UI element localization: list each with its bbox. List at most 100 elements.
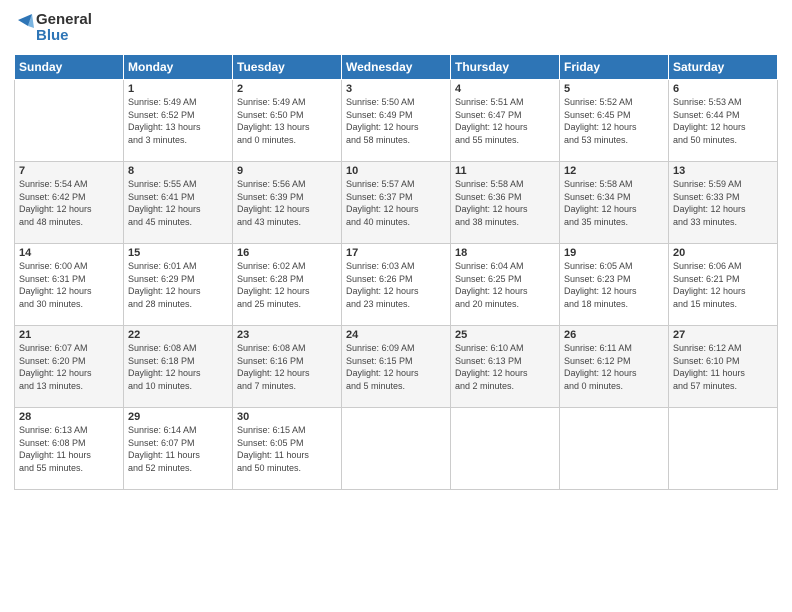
col-header-wednesday: Wednesday — [342, 55, 451, 80]
day-number: 6 — [673, 83, 773, 95]
calendar-cell: 19Sunrise: 6:05 AMSunset: 6:23 PMDayligh… — [560, 244, 669, 326]
day-info: Sunrise: 6:14 AMSunset: 6:07 PMDaylight:… — [128, 424, 228, 474]
day-number: 28 — [19, 411, 119, 423]
day-info: Sunrise: 5:55 AMSunset: 6:41 PMDaylight:… — [128, 178, 228, 228]
logo: General Blue — [14, 10, 92, 46]
day-info: Sunrise: 6:10 AMSunset: 6:13 PMDaylight:… — [455, 342, 555, 392]
day-number: 20 — [673, 247, 773, 259]
calendar-cell: 11Sunrise: 5:58 AMSunset: 6:36 PMDayligh… — [451, 162, 560, 244]
day-info: Sunrise: 6:03 AMSunset: 6:26 PMDaylight:… — [346, 260, 446, 310]
day-number: 13 — [673, 165, 773, 177]
calendar-table: SundayMondayTuesdayWednesdayThursdayFrid… — [14, 54, 778, 490]
calendar-cell: 6Sunrise: 5:53 AMSunset: 6:44 PMDaylight… — [669, 80, 778, 162]
day-number: 27 — [673, 329, 773, 341]
page: General Blue SundayMondayTuesdayWednesda… — [0, 0, 792, 612]
day-number: 26 — [564, 329, 664, 341]
col-header-thursday: Thursday — [451, 55, 560, 80]
calendar-cell: 20Sunrise: 6:06 AMSunset: 6:21 PMDayligh… — [669, 244, 778, 326]
calendar-cell: 24Sunrise: 6:09 AMSunset: 6:15 PMDayligh… — [342, 326, 451, 408]
calendar-cell: 17Sunrise: 6:03 AMSunset: 6:26 PMDayligh… — [342, 244, 451, 326]
day-number: 24 — [346, 329, 446, 341]
calendar-cell — [15, 80, 124, 162]
calendar-cell — [560, 408, 669, 490]
day-info: Sunrise: 6:08 AMSunset: 6:16 PMDaylight:… — [237, 342, 337, 392]
day-info: Sunrise: 5:57 AMSunset: 6:37 PMDaylight:… — [346, 178, 446, 228]
calendar-cell: 22Sunrise: 6:08 AMSunset: 6:18 PMDayligh… — [124, 326, 233, 408]
calendar-cell: 10Sunrise: 5:57 AMSunset: 6:37 PMDayligh… — [342, 162, 451, 244]
calendar-cell: 30Sunrise: 6:15 AMSunset: 6:05 PMDayligh… — [233, 408, 342, 490]
col-header-tuesday: Tuesday — [233, 55, 342, 80]
day-number: 2 — [237, 83, 337, 95]
logo-line2: Blue — [36, 28, 92, 45]
day-info: Sunrise: 5:54 AMSunset: 6:42 PMDaylight:… — [19, 178, 119, 228]
day-info: Sunrise: 6:11 AMSunset: 6:12 PMDaylight:… — [564, 342, 664, 392]
day-number: 25 — [455, 329, 555, 341]
day-info: Sunrise: 6:00 AMSunset: 6:31 PMDaylight:… — [19, 260, 119, 310]
day-number: 29 — [128, 411, 228, 423]
calendar-cell: 23Sunrise: 6:08 AMSunset: 6:16 PMDayligh… — [233, 326, 342, 408]
calendar-cell: 9Sunrise: 5:56 AMSunset: 6:39 PMDaylight… — [233, 162, 342, 244]
calendar-cell: 15Sunrise: 6:01 AMSunset: 6:29 PMDayligh… — [124, 244, 233, 326]
calendar-cell: 2Sunrise: 5:49 AMSunset: 6:50 PMDaylight… — [233, 80, 342, 162]
calendar-cell: 26Sunrise: 6:11 AMSunset: 6:12 PMDayligh… — [560, 326, 669, 408]
week-row-3: 14Sunrise: 6:00 AMSunset: 6:31 PMDayligh… — [15, 244, 778, 326]
header: General Blue — [14, 10, 778, 46]
logo-bird-icon — [14, 10, 34, 46]
calendar-cell — [342, 408, 451, 490]
header-row: SundayMondayTuesdayWednesdayThursdayFrid… — [15, 55, 778, 80]
week-row-2: 7Sunrise: 5:54 AMSunset: 6:42 PMDaylight… — [15, 162, 778, 244]
calendar-cell: 7Sunrise: 5:54 AMSunset: 6:42 PMDaylight… — [15, 162, 124, 244]
day-number: 15 — [128, 247, 228, 259]
week-row-5: 28Sunrise: 6:13 AMSunset: 6:08 PMDayligh… — [15, 408, 778, 490]
day-info: Sunrise: 6:04 AMSunset: 6:25 PMDaylight:… — [455, 260, 555, 310]
day-number: 9 — [237, 165, 337, 177]
day-info: Sunrise: 6:07 AMSunset: 6:20 PMDaylight:… — [19, 342, 119, 392]
day-info: Sunrise: 6:13 AMSunset: 6:08 PMDaylight:… — [19, 424, 119, 474]
day-number: 22 — [128, 329, 228, 341]
day-info: Sunrise: 5:51 AMSunset: 6:47 PMDaylight:… — [455, 96, 555, 146]
calendar-cell: 3Sunrise: 5:50 AMSunset: 6:49 PMDaylight… — [342, 80, 451, 162]
logo-container: General Blue — [14, 10, 92, 46]
day-number: 18 — [455, 247, 555, 259]
day-number: 12 — [564, 165, 664, 177]
calendar-cell: 29Sunrise: 6:14 AMSunset: 6:07 PMDayligh… — [124, 408, 233, 490]
calendar-cell: 8Sunrise: 5:55 AMSunset: 6:41 PMDaylight… — [124, 162, 233, 244]
calendar-cell: 21Sunrise: 6:07 AMSunset: 6:20 PMDayligh… — [15, 326, 124, 408]
day-info: Sunrise: 5:52 AMSunset: 6:45 PMDaylight:… — [564, 96, 664, 146]
calendar-cell: 27Sunrise: 6:12 AMSunset: 6:10 PMDayligh… — [669, 326, 778, 408]
calendar-cell: 18Sunrise: 6:04 AMSunset: 6:25 PMDayligh… — [451, 244, 560, 326]
calendar-cell: 1Sunrise: 5:49 AMSunset: 6:52 PMDaylight… — [124, 80, 233, 162]
day-info: Sunrise: 5:49 AMSunset: 6:50 PMDaylight:… — [237, 96, 337, 146]
day-info: Sunrise: 5:58 AMSunset: 6:34 PMDaylight:… — [564, 178, 664, 228]
day-number: 19 — [564, 247, 664, 259]
day-number: 11 — [455, 165, 555, 177]
day-info: Sunrise: 6:05 AMSunset: 6:23 PMDaylight:… — [564, 260, 664, 310]
day-info: Sunrise: 6:01 AMSunset: 6:29 PMDaylight:… — [128, 260, 228, 310]
day-number: 16 — [237, 247, 337, 259]
day-info: Sunrise: 5:58 AMSunset: 6:36 PMDaylight:… — [455, 178, 555, 228]
day-number: 30 — [237, 411, 337, 423]
day-info: Sunrise: 6:02 AMSunset: 6:28 PMDaylight:… — [237, 260, 337, 310]
day-number: 17 — [346, 247, 446, 259]
calendar-cell: 25Sunrise: 6:10 AMSunset: 6:13 PMDayligh… — [451, 326, 560, 408]
calendar-cell — [451, 408, 560, 490]
day-info: Sunrise: 5:53 AMSunset: 6:44 PMDaylight:… — [673, 96, 773, 146]
calendar-cell: 28Sunrise: 6:13 AMSunset: 6:08 PMDayligh… — [15, 408, 124, 490]
day-info: Sunrise: 6:09 AMSunset: 6:15 PMDaylight:… — [346, 342, 446, 392]
day-number: 7 — [19, 165, 119, 177]
col-header-sunday: Sunday — [15, 55, 124, 80]
day-info: Sunrise: 6:06 AMSunset: 6:21 PMDaylight:… — [673, 260, 773, 310]
day-number: 5 — [564, 83, 664, 95]
calendar-cell: 12Sunrise: 5:58 AMSunset: 6:34 PMDayligh… — [560, 162, 669, 244]
day-number: 8 — [128, 165, 228, 177]
day-info: Sunrise: 6:12 AMSunset: 6:10 PMDaylight:… — [673, 342, 773, 392]
col-header-saturday: Saturday — [669, 55, 778, 80]
day-number: 10 — [346, 165, 446, 177]
day-info: Sunrise: 5:49 AMSunset: 6:52 PMDaylight:… — [128, 96, 228, 146]
day-number: 23 — [237, 329, 337, 341]
logo-line1: General — [36, 12, 92, 29]
day-info: Sunrise: 6:08 AMSunset: 6:18 PMDaylight:… — [128, 342, 228, 392]
week-row-4: 21Sunrise: 6:07 AMSunset: 6:20 PMDayligh… — [15, 326, 778, 408]
calendar-cell: 16Sunrise: 6:02 AMSunset: 6:28 PMDayligh… — [233, 244, 342, 326]
calendar-cell — [669, 408, 778, 490]
